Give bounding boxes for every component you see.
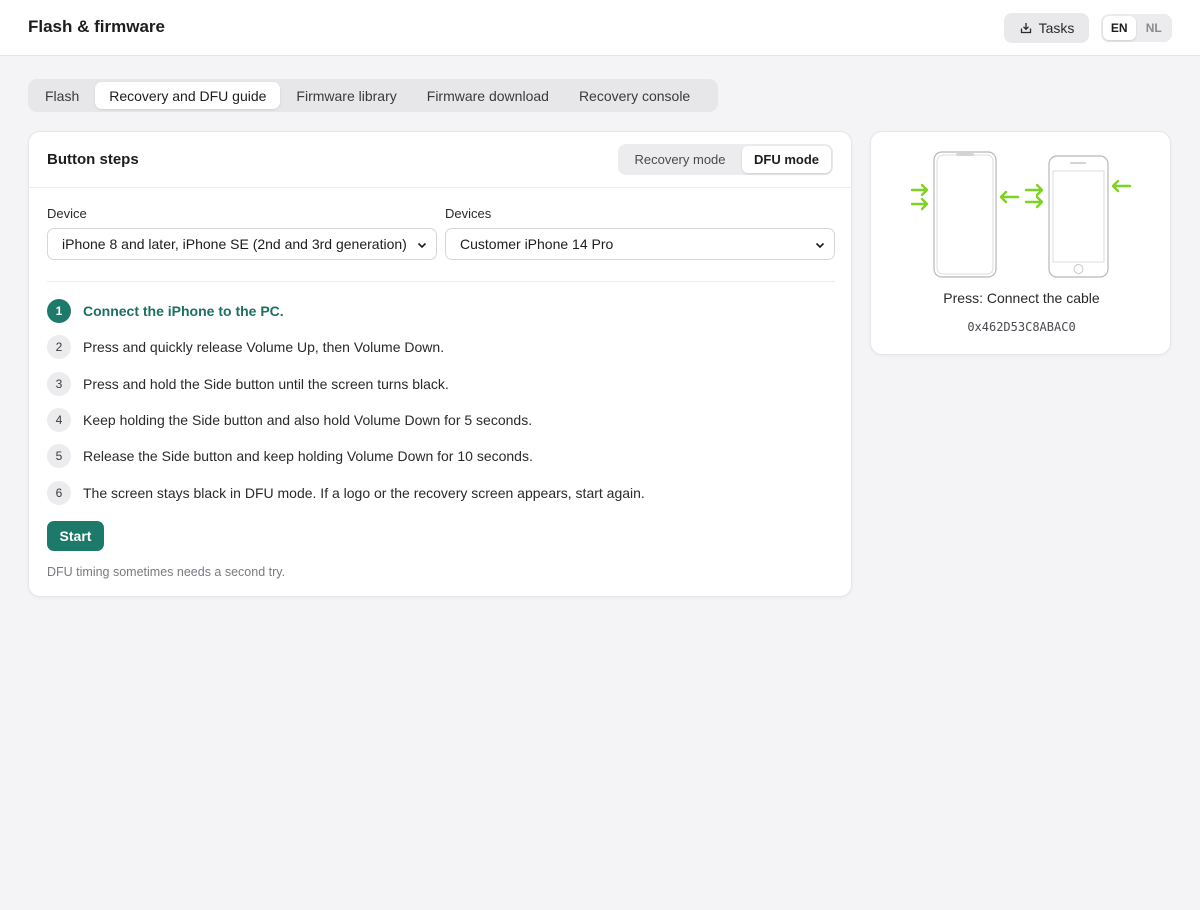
tab-recovery-dfu-guide[interactable]: Recovery and DFU guide	[95, 82, 281, 109]
card-title: Button steps	[47, 151, 139, 168]
chevron-down-icon	[417, 242, 427, 249]
mode-switch: Recovery mode DFU mode	[618, 144, 833, 175]
timing-note: DFU timing sometimes needs a second try.	[47, 565, 286, 579]
recovery-mode-option[interactable]: Recovery mode	[620, 146, 740, 173]
phone-modern-icon	[933, 151, 997, 278]
press-instruction: Press: Connect the cable	[943, 290, 1100, 306]
step-text: Keep holding the Side button and also ho…	[83, 412, 533, 428]
tab-firmware-download[interactable]: Firmware download	[413, 82, 563, 109]
step-number: 5	[47, 444, 71, 468]
download-tray-icon	[1020, 23, 1031, 34]
step-item: 6 The screen stays black in DFU mode. If…	[47, 481, 645, 505]
arrow-right-icon	[1024, 183, 1044, 197]
top-bar: Flash & firmware Tasks EN NL	[0, 0, 1200, 56]
tasks-button[interactable]: Tasks	[1004, 13, 1089, 43]
language-switch: EN NL	[1101, 14, 1172, 42]
step-number: 1	[47, 299, 71, 323]
tab-recovery-console[interactable]: Recovery console	[565, 82, 704, 109]
device-select[interactable]: iPhone 8 and later, iPhone SE (2nd and 3…	[47, 228, 437, 260]
step-item: 3 Press and hold the Side button until t…	[47, 372, 449, 396]
arrow-left-icon	[999, 190, 1020, 204]
button-steps-card: Button steps Recovery mode DFU mode Devi…	[28, 131, 852, 597]
step-text: Press and hold the Side button until the…	[83, 376, 449, 392]
language-en[interactable]: EN	[1103, 16, 1136, 40]
devices-label: Devices	[445, 206, 492, 221]
arrow-right-icon	[910, 197, 929, 211]
step-item: 5 Release the Side button and keep holdi…	[47, 444, 533, 468]
language-nl[interactable]: NL	[1138, 16, 1171, 40]
device-select-value: iPhone 8 and later, iPhone SE (2nd and 3…	[62, 236, 407, 252]
phone-buttons-illustration	[910, 151, 1132, 278]
tab-firmware-library[interactable]: Firmware library	[282, 82, 410, 109]
chevron-down-icon	[815, 242, 825, 249]
arrow-right-icon	[1024, 195, 1044, 209]
page-title: Flash & firmware	[28, 17, 165, 36]
main-tabs: Flash Recovery and DFU guide Firmware li…	[28, 79, 718, 112]
tasks-label: Tasks	[1038, 20, 1075, 36]
step-text: Release the Side button and keep holding…	[83, 448, 533, 464]
devices-select[interactable]: Customer iPhone 14 Pro	[445, 228, 835, 260]
step-item: 1 Connect the iPhone to the PC.	[47, 299, 284, 323]
step-number: 4	[47, 408, 71, 432]
step-text: Connect the iPhone to the PC.	[83, 303, 284, 319]
arrow-right-icon	[910, 183, 929, 197]
device-id: 0x462D53C8ABAC0	[967, 320, 1076, 334]
dfu-mode-option[interactable]: DFU mode	[742, 146, 831, 173]
illustration-card: Press: Connect the cable 0x462D53C8ABAC0	[870, 131, 1171, 355]
step-text: Press and quickly release Volume Up, the…	[83, 339, 445, 355]
start-button[interactable]: Start	[47, 521, 104, 551]
step-item: 2 Press and quickly release Volume Up, t…	[47, 335, 444, 359]
device-label: Device	[47, 206, 87, 221]
step-number: 3	[47, 372, 71, 396]
phone-home-button-icon	[1048, 155, 1109, 278]
step-number: 6	[47, 481, 71, 505]
divider	[47, 281, 835, 282]
step-number: 2	[47, 335, 71, 359]
card-header: Button steps Recovery mode DFU mode	[29, 132, 851, 188]
step-text: The screen stays black in DFU mode. If a…	[83, 485, 645, 501]
tab-flash[interactable]: Flash	[31, 82, 93, 109]
arrow-left-icon	[1111, 179, 1132, 193]
step-item: 4 Keep holding the Side button and also …	[47, 408, 532, 432]
devices-select-value: Customer iPhone 14 Pro	[460, 236, 614, 252]
